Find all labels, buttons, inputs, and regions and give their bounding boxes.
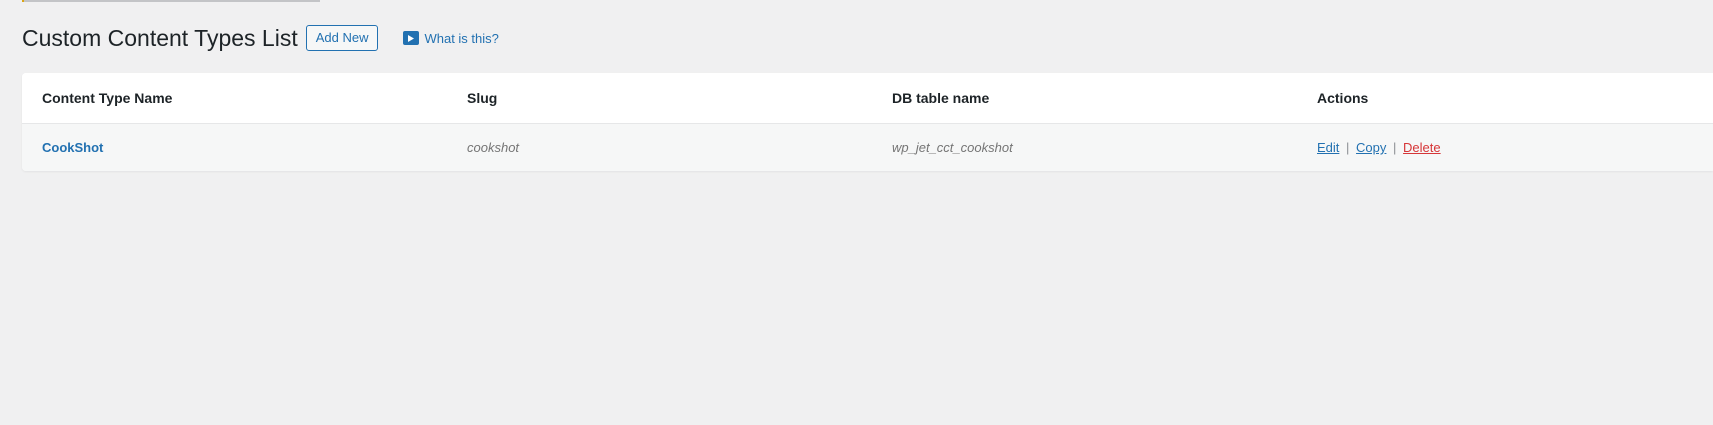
edit-link[interactable]: Edit bbox=[1317, 140, 1339, 155]
what-is-this-label: What is this? bbox=[424, 30, 499, 46]
column-header-content-type-name: Content Type Name bbox=[42, 90, 173, 106]
actions-separator: | bbox=[1346, 140, 1350, 155]
column-header-db-table-name: DB table name bbox=[892, 90, 990, 106]
play-icon bbox=[403, 31, 420, 45]
page-title: Custom Content Types List bbox=[22, 25, 298, 51]
notice-edge bbox=[22, 0, 320, 2]
page-header: Custom Content Types List Add New What i… bbox=[22, 22, 499, 54]
slug-cell: cookshot bbox=[447, 139, 872, 157]
content-type-name-link[interactable]: CookShot bbox=[42, 140, 103, 155]
column-header-actions: Actions bbox=[1317, 90, 1369, 106]
actions-separator: | bbox=[1393, 140, 1397, 155]
db-table-value: wp_jet_cct_cookshot bbox=[892, 139, 1013, 155]
db-table-cell: wp_jet_cct_cookshot bbox=[872, 139, 1297, 157]
column-header-slug: Slug bbox=[467, 90, 498, 106]
table-row: CookShot cookshot wp_jet_cct_cookshot Ed… bbox=[22, 124, 1713, 171]
delete-link[interactable]: Delete bbox=[1403, 140, 1441, 155]
actions-cell: Edit | Copy | Delete bbox=[1297, 140, 1713, 155]
content-type-name-cell: CookShot bbox=[22, 139, 447, 157]
table-header: Content Type Name Slug DB table name Act… bbox=[22, 73, 1713, 124]
add-new-button[interactable]: Add New bbox=[305, 25, 379, 51]
slug-value: cookshot bbox=[467, 139, 520, 155]
copy-link[interactable]: Copy bbox=[1356, 140, 1386, 155]
content-types-table: Content Type Name Slug DB table name Act… bbox=[22, 73, 1713, 171]
what-is-this-link[interactable]: What is this? bbox=[403, 30, 499, 46]
